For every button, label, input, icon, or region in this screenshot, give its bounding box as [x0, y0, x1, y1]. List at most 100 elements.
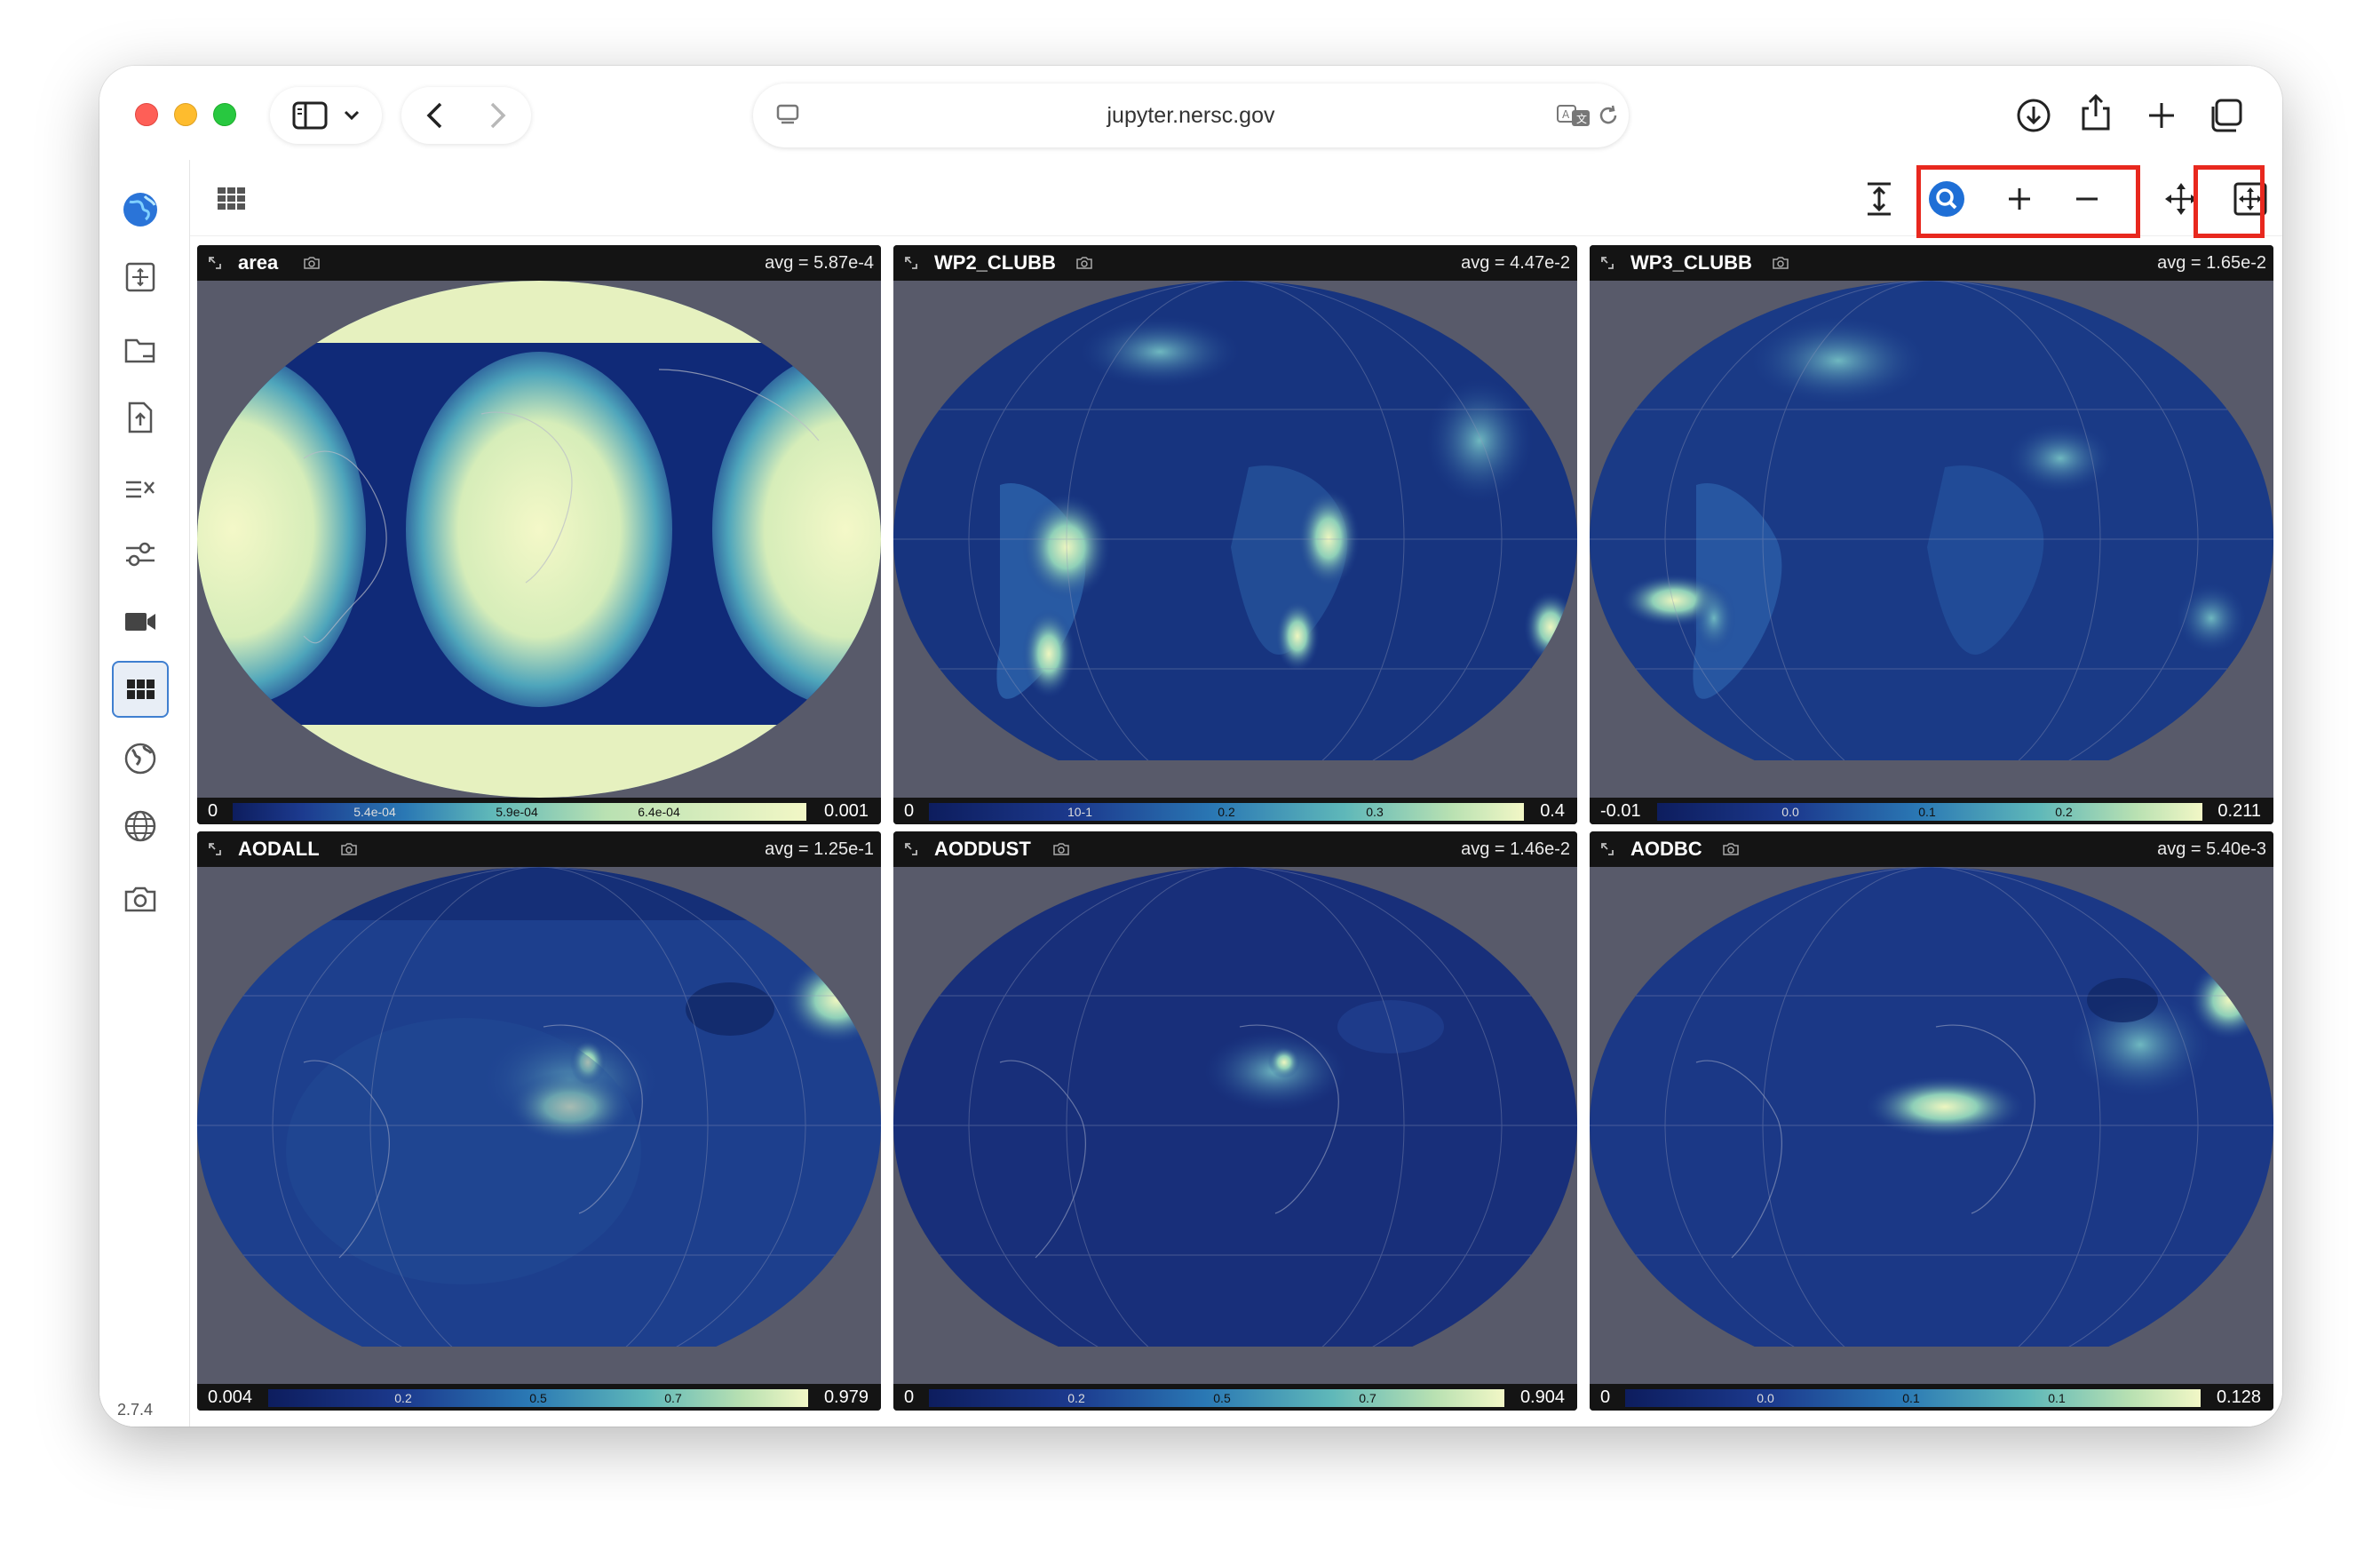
sidebar-item-settings[interactable] [112, 526, 169, 583]
sidebar-toggle-group[interactable] [270, 87, 382, 144]
sidebar-item-layout[interactable] [112, 661, 169, 718]
reset-view-highlight [2194, 165, 2265, 238]
screenshot-icon[interactable] [1773, 257, 1789, 269]
maximize-window-button[interactable] [213, 103, 236, 126]
map-panel[interactable]: AODDUST avg = 1.46e-2 0 0.2 0.5 0.7 0.90… [893, 831, 1577, 1411]
address-bar[interactable]: jupyter.nersc.gov A 文 [753, 83, 1629, 147]
colorbar-tick: 0.2 [1067, 1391, 1085, 1405]
sidebar-item-screenshot[interactable] [112, 870, 169, 927]
colorbar-tick: 5.4e-04 [353, 805, 396, 819]
share-icon[interactable] [2080, 92, 2112, 131]
map-panel[interactable]: area avg = 5.87e-4 0 5.4e-04 5.9e-04 6.4… [197, 245, 881, 824]
sidebar-item-projection[interactable] [112, 730, 169, 787]
map-panel[interactable]: WP3_CLUBB avg = 1.65e-2 -0.01 0.0 0.1 0.… [1590, 245, 2273, 824]
sidebar-item-logo[interactable] [112, 181, 169, 238]
screenshot-icon[interactable] [1076, 257, 1092, 269]
panel-average: avg = 1.46e-2 [1461, 839, 1570, 859]
expand-icon[interactable] [208, 842, 222, 856]
map-canvas[interactable] [1590, 867, 2273, 1384]
close-window-button[interactable] [135, 103, 158, 126]
colorbar: 0.004 0.2 0.5 0.7 0.979 [197, 1384, 881, 1411]
forward-icon[interactable] [487, 101, 508, 130]
colorbar-min: 0.004 [208, 1387, 253, 1407]
screenshot-icon[interactable] [341, 843, 357, 855]
map-grid: area avg = 5.87e-4 0 5.4e-04 5.9e-04 6.4… [197, 245, 2273, 1418]
colorbar: 0 0.0 0.1 0.1 0.128 [1590, 1384, 2273, 1411]
panel-header: AODDUST avg = 1.46e-2 [893, 831, 1577, 867]
colorbar-tick: 0.2 [2055, 805, 2073, 819]
panel-header: WP3_CLUBB avg = 1.65e-2 [1590, 245, 2273, 281]
sidebar-item-animation[interactable] [112, 593, 169, 650]
panel-title: AODDUST [934, 838, 1031, 860]
map-canvas[interactable] [893, 867, 1577, 1384]
colorbar-tick: 0.1 [2048, 1391, 2066, 1405]
screenshot-icon[interactable] [1723, 843, 1739, 855]
colorbar-min: 0 [904, 1387, 915, 1407]
fit-height-button[interactable] [1854, 174, 1904, 224]
map-panel[interactable]: AODBC avg = 5.40e-3 0 0.0 0.1 0.1 0.128 [1590, 831, 2273, 1411]
colorbar-min: 0 [1600, 1387, 1611, 1407]
screenshot-icon[interactable] [304, 257, 320, 269]
sidebar-item-files[interactable] [112, 322, 169, 378]
reload-icon[interactable] [1597, 104, 1620, 127]
sidebar-item-variables[interactable] [112, 460, 169, 517]
panel-average: avg = 4.47e-2 [1461, 253, 1570, 273]
panel-title: area [238, 251, 279, 274]
colorbar-tick: 0.0 [1781, 805, 1799, 819]
file-upload-icon [128, 401, 153, 433]
grid-layout-icon [127, 680, 155, 699]
fit-height-icon [1868, 182, 1891, 216]
panel-header: AODBC avg = 5.40e-3 [1590, 831, 2273, 867]
colorbar: 0 5.4e-04 5.9e-04 6.4e-04 0.001 [197, 798, 881, 824]
expand-icon[interactable] [208, 256, 222, 270]
grid-view-button[interactable] [2281, 174, 2282, 224]
tab-overview-icon[interactable] [2208, 98, 2243, 133]
colorbar-tick: 0.5 [1213, 1391, 1231, 1405]
panel-average: avg = 1.25e-1 [765, 839, 874, 859]
colorbar: -0.01 0.0 0.1 0.2 0.211 [1590, 798, 2273, 824]
minimize-window-button[interactable] [174, 103, 197, 126]
sidebar-item-reset-camera[interactable] [112, 249, 169, 306]
map-canvas[interactable] [197, 867, 881, 1384]
colorbar-tick: 5.9e-04 [496, 805, 538, 819]
browser-titlebar: jupyter.nersc.gov A 文 [99, 66, 2282, 160]
colorbar-max: 0.128 [2216, 1387, 2261, 1407]
colorbar-tick: 0.3 [1366, 805, 1384, 819]
map-panel[interactable]: AODALL avg = 1.25e-1 0.004 0.2 0.5 0.7 0… [197, 831, 881, 1411]
map-canvas[interactable] [197, 281, 881, 798]
url-text[interactable]: jupyter.nersc.gov [753, 83, 1629, 147]
map-canvas[interactable] [1590, 281, 2273, 798]
panel-header: AODALL avg = 1.25e-1 [197, 831, 881, 867]
new-tab-icon[interactable] [2147, 101, 2176, 130]
browser-window: jupyter.nersc.gov A 文 2.7.4 area avg = 5… [99, 66, 2282, 1427]
chevron-down-icon[interactable] [344, 110, 360, 121]
translate-icon[interactable]: A 文 [1556, 103, 1591, 128]
colorbar-min: 0 [904, 801, 915, 821]
expand-icon[interactable] [1600, 842, 1614, 856]
colorbar-tick: 0.7 [664, 1391, 682, 1405]
map-panel[interactable]: WP2_CLUBB avg = 4.47e-2 0 10-1 0.2 0.3 0… [893, 245, 1577, 824]
colorbar: 0 0.2 0.5 0.7 0.904 [893, 1384, 1577, 1411]
map-canvas[interactable] [893, 281, 1577, 798]
globe-logo-icon [123, 193, 157, 227]
download-icon[interactable] [2016, 98, 2051, 133]
sidebar-item-upload[interactable] [112, 389, 169, 446]
svg-text:A: A [1562, 108, 1570, 121]
version-label: 2.7.4 [117, 1401, 154, 1419]
panel-average: avg = 5.87e-4 [765, 253, 874, 273]
panel-average: avg = 1.65e-2 [2157, 253, 2266, 273]
expand-icon[interactable] [904, 256, 918, 270]
screenshot-icon[interactable] [1053, 843, 1069, 855]
colorbar-tick: 0.5 [529, 1391, 547, 1405]
panel-title: AODBC [1630, 838, 1702, 860]
sidebar: 2.7.4 [99, 160, 190, 1427]
expand-icon[interactable] [904, 842, 918, 856]
layout-grid-icon[interactable] [217, 187, 245, 210]
video-camera-icon [125, 613, 155, 631]
expand-icon[interactable] [1600, 256, 1614, 270]
colorbar: 0 10-1 0.2 0.3 0.4 [893, 798, 1577, 824]
panel-average: avg = 5.40e-3 [2157, 839, 2266, 859]
sidebar-toggle-icon[interactable] [292, 101, 328, 130]
sidebar-item-globe[interactable] [112, 798, 169, 855]
back-icon[interactable] [424, 101, 446, 130]
